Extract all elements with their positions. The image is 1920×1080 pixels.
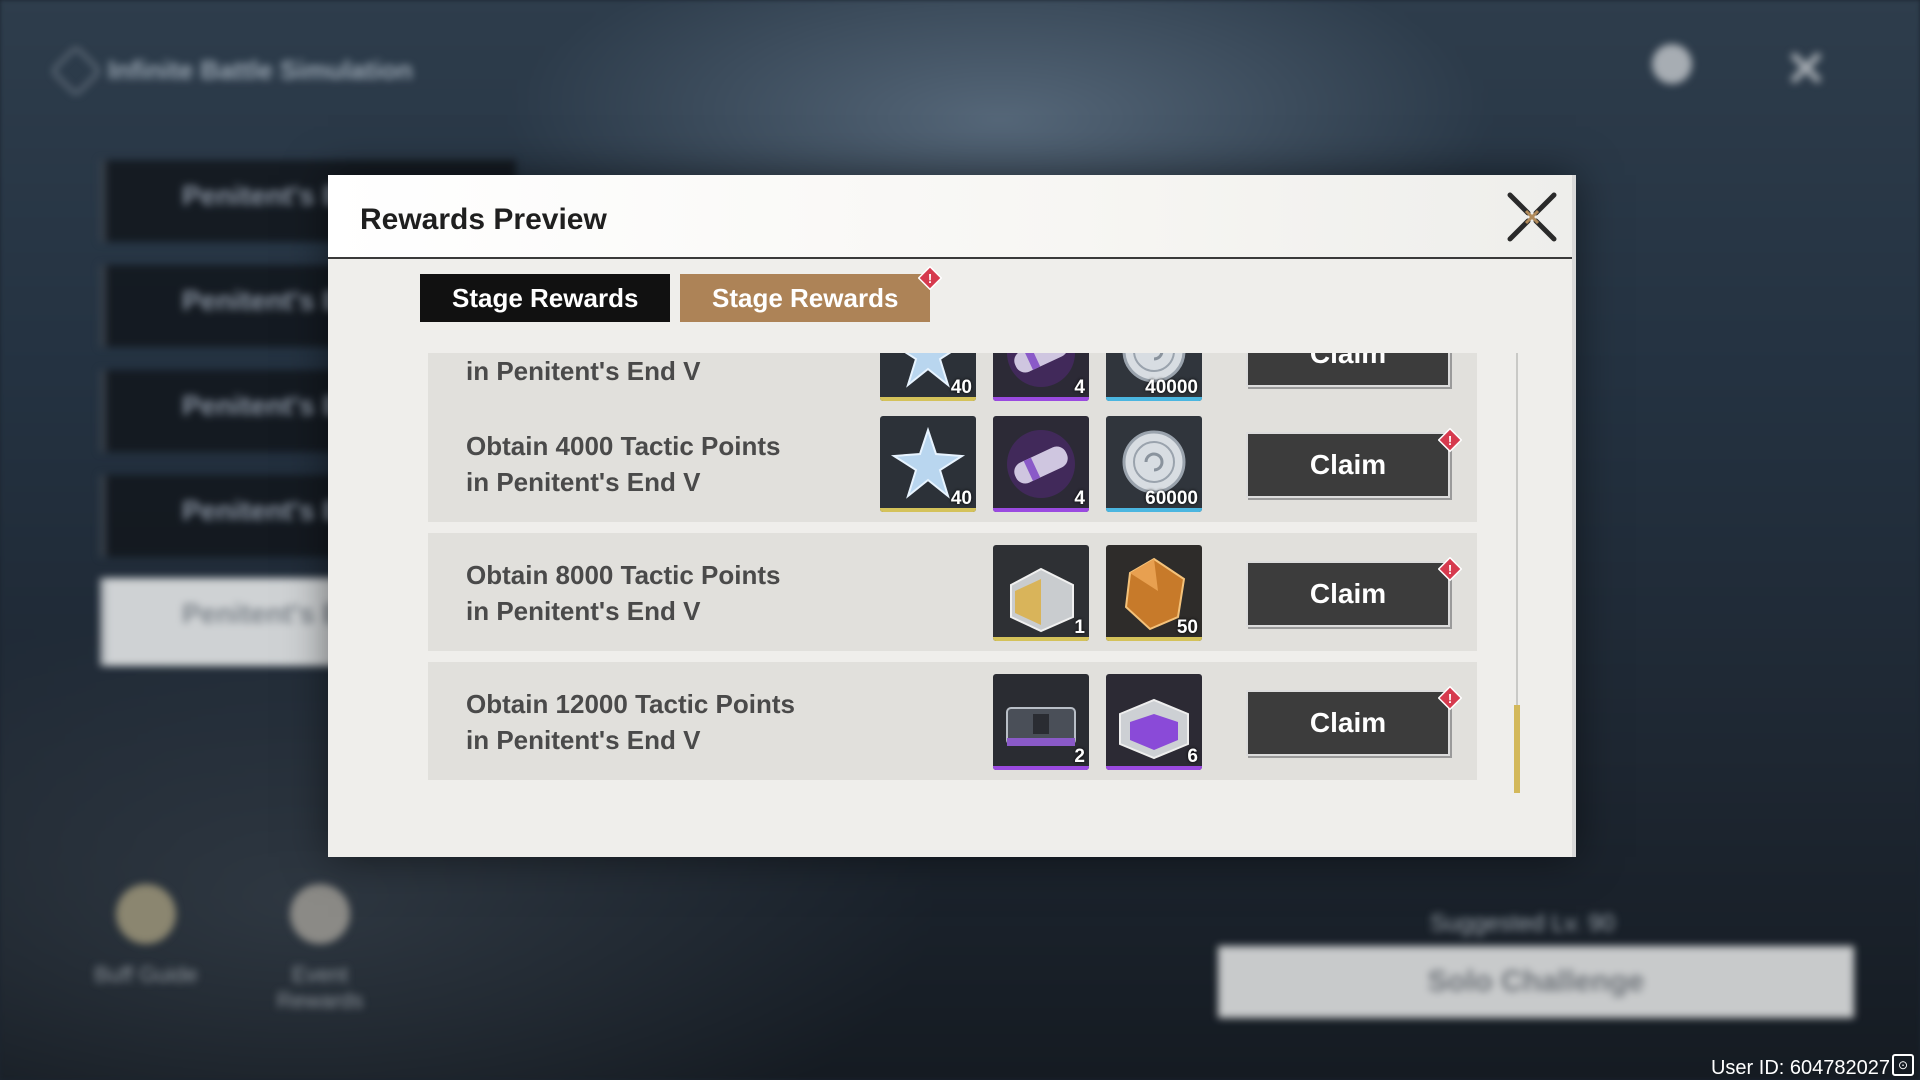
rewards-preview-dialog: Rewards Preview Stage Rewards Stage Rewa…	[328, 175, 1576, 857]
tab-stage-rewards[interactable]: Stage Rewards	[420, 274, 671, 322]
svg-text:!: !	[928, 271, 932, 286]
alert-icon: !	[1438, 686, 1462, 710]
amber-gem-icon[interactable]: 50	[1106, 545, 1202, 641]
reward-quantity: 1	[1074, 617, 1085, 638]
svg-text:!: !	[1448, 433, 1452, 448]
close-icon[interactable]: ✕	[1785, 40, 1827, 98]
tab-label: Stage Rewards	[712, 283, 899, 313]
svg-text:!: !	[1448, 691, 1452, 706]
reward-requirement: Obtain 12000 Tactic Points in Penitent's…	[466, 689, 795, 755]
reward-requirement: Obtain 2000 Tactic Points in Penitent's …	[466, 356, 701, 386]
dialog-title: Rewards Preview	[360, 203, 607, 236]
user-id: User ID: 604782027	[1710, 1057, 1890, 1079]
claim-button[interactable]: Claim!	[1246, 686, 1462, 756]
reward-quantity: 40	[950, 488, 972, 509]
alert-icon: !	[918, 266, 943, 290]
event-rewards-label: Event Rewards	[276, 962, 364, 1013]
claim-button[interactable]: Claim!	[1246, 428, 1462, 498]
dialog-header: Rewards Preview	[328, 175, 1576, 259]
copy-icon[interactable]: ⊙	[1892, 1054, 1914, 1076]
reward-quantity: 4	[1074, 377, 1085, 398]
buff-guide-icon[interactable]	[116, 884, 176, 944]
purple-capsule-icon[interactable]: 4	[993, 353, 1089, 401]
gold-crystal-chest-icon[interactable]: 1	[993, 545, 1089, 641]
tab-stage-rewards-alt[interactable]: Stage Rewards !	[680, 266, 943, 322]
reward-quantity: 4	[1074, 488, 1085, 509]
reward-row: Obtain 12000 Tactic Points in Penitent's…	[428, 662, 1477, 780]
reward-quantity: 40000	[1145, 377, 1198, 398]
alert-icon: !	[1438, 557, 1462, 581]
reward-quantity: 6	[1187, 746, 1198, 767]
settings-icon[interactable]	[1652, 44, 1692, 84]
alert-icon: !	[1438, 428, 1462, 452]
close-icon[interactable]	[1504, 189, 1560, 245]
silver-coin-icon[interactable]: 40000	[1106, 353, 1202, 401]
silver-coin-icon[interactable]: 60000	[1106, 416, 1202, 512]
dark-supply-box-icon[interactable]: 2	[993, 674, 1089, 770]
blue-star-icon[interactable]: 40	[880, 416, 976, 512]
reward-quantity: 2	[1074, 746, 1085, 767]
claim-button[interactable]: Claim	[1246, 353, 1450, 387]
reward-requirement: Obtain 8000 Tactic Points in Penitent's …	[466, 560, 781, 626]
reward-row: Obtain 8000 Tactic Points in Penitent's …	[428, 533, 1477, 651]
page-title: Infinite Battle Simulation	[108, 55, 413, 85]
reward-list[interactable]: Obtain 2000 Tactic Points in Penitent's …	[328, 353, 1576, 787]
reward-row: Obtain 4000 Tactic Points in Penitent's …	[428, 404, 1477, 522]
claim-button[interactable]: Claim!	[1246, 557, 1462, 627]
reward-requirement: Obtain 4000 Tactic Points in Penitent's …	[466, 431, 781, 497]
purple-capsule-icon[interactable]: 4	[993, 416, 1089, 512]
reward-row: Obtain 2000 Tactic Points in Penitent's …	[428, 353, 1477, 411]
reward-quantity: 60000	[1145, 488, 1198, 509]
scrollbar-thumb[interactable]	[1514, 705, 1520, 793]
suggested-level: Suggested Lv. 90	[1430, 910, 1616, 937]
reward-quantity: 50	[1176, 617, 1198, 638]
svg-text:!: !	[1448, 562, 1452, 577]
solo-challenge-button[interactable]: Solo Challenge	[1218, 946, 1854, 1018]
purple-crystal-chest-icon[interactable]: 6	[1106, 674, 1202, 770]
reward-quantity: 40	[950, 377, 972, 398]
event-rewards-icon[interactable]	[290, 884, 350, 944]
blue-star-icon[interactable]: 40	[880, 353, 976, 401]
buff-guide-label: Buff Guide	[94, 962, 198, 987]
